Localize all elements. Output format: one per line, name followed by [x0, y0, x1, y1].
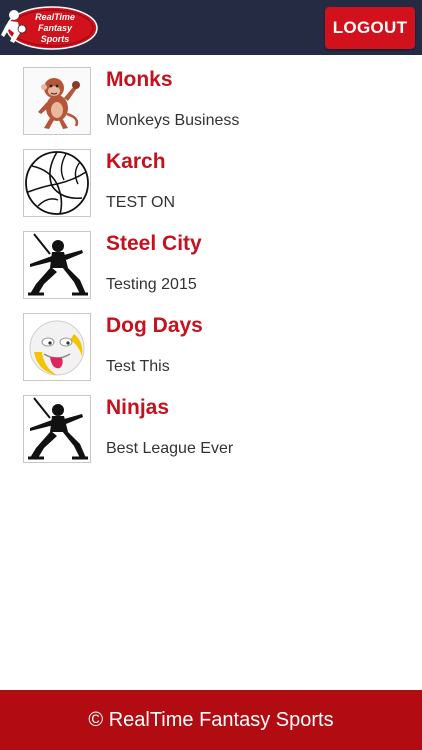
- league-item-ninjas[interactable]: Ninjas Best League Ever: [0, 383, 422, 465]
- logout-button[interactable]: LOGOUT: [325, 7, 415, 49]
- league-item-steel-city[interactable]: Steel City Testing 2015: [0, 219, 422, 301]
- league-name: Dog Days: [106, 314, 203, 337]
- league-description: TEST ON: [106, 194, 176, 211]
- league-item-karch[interactable]: Karch TEST ON: [0, 137, 422, 219]
- app-header: RealTime Fantasy Sports LOGOUT: [0, 0, 422, 55]
- league-description: Best League Ever: [106, 440, 234, 457]
- league-description: Testing 2015: [106, 276, 197, 293]
- volleyball-icon: [23, 149, 91, 217]
- league-name: Monks: [106, 68, 173, 91]
- realtime-fantasy-sports-logo[interactable]: RealTime Fantasy Sports: [0, 3, 100, 53]
- league-description: Test This: [106, 358, 170, 375]
- logo-line-3: Sports: [41, 34, 70, 44]
- ninja-icon: [23, 395, 91, 463]
- league-name: Ninjas: [106, 396, 170, 419]
- footer-copyright: © RealTime Fantasy Sports: [0, 690, 422, 750]
- league-item-dog-days[interactable]: Dog Days Test This: [0, 301, 422, 383]
- league-name: Karch: [106, 150, 166, 173]
- smiley-tongue-icon: [23, 313, 91, 381]
- ninja-icon: [23, 231, 91, 299]
- logo-line-1: RealTime: [35, 12, 75, 22]
- league-description: Monkeys Business: [106, 112, 240, 129]
- logo-line-2: Fantasy: [38, 23, 73, 33]
- monkey-icon: [23, 67, 91, 135]
- league-item-monks[interactable]: Monks Monkeys Business: [0, 55, 422, 137]
- league-name: Steel City: [106, 232, 202, 255]
